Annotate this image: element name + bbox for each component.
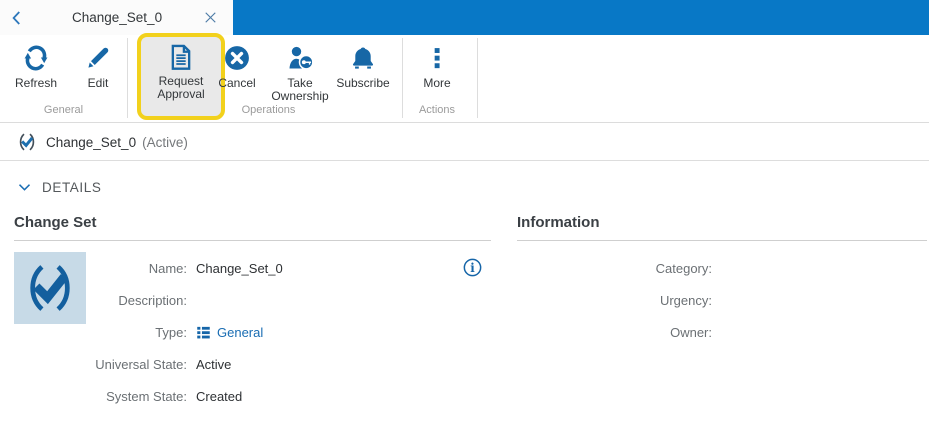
more-icon xyxy=(434,48,440,69)
take-ownership-icon xyxy=(289,46,314,70)
system-state-value: Created xyxy=(196,388,243,404)
change-set-header: Change Set xyxy=(14,214,491,241)
change-set-glyph-icon xyxy=(30,265,70,311)
field-row-type: Type: General xyxy=(86,316,491,348)
status-bar: Change_Set_0 (Active) xyxy=(0,124,929,161)
take-ownership-button[interactable]: Take Ownership xyxy=(269,41,331,103)
top-blue-bar xyxy=(233,0,929,35)
chevron-down-icon xyxy=(18,184,31,191)
name-value: Change_Set_0 xyxy=(196,260,283,276)
status-object-name: Change_Set_0 xyxy=(46,134,137,150)
edit-button[interactable]: Edit xyxy=(68,41,128,90)
more-button[interactable]: More xyxy=(408,41,466,90)
take-ownership-label: Take Ownership xyxy=(271,76,329,103)
change-set-status-icon xyxy=(19,133,35,151)
subscribe-button[interactable]: Subscribe xyxy=(333,41,393,90)
subscribe-label: Subscribe xyxy=(336,76,390,90)
details-section-label: DETAILS xyxy=(42,180,102,195)
field-row-description: Description: xyxy=(86,284,491,316)
refresh-label: Refresh xyxy=(14,76,58,90)
information-panel: Information Category: Urgency: Owner: xyxy=(517,214,927,348)
field-row-category: Category: xyxy=(517,252,927,284)
field-row-urgency: Urgency: xyxy=(517,284,927,316)
details-section-toggle[interactable]: DETAILS xyxy=(17,180,101,195)
field-row-owner: Owner: xyxy=(517,316,927,348)
universal-state-value: Active xyxy=(196,356,232,372)
edit-label: Edit xyxy=(87,76,109,90)
category-label: Category: xyxy=(655,260,712,276)
subscribe-icon xyxy=(352,47,374,69)
universal-state-label: Universal State: xyxy=(95,356,187,372)
group-label-operations: Operations xyxy=(241,104,296,116)
type-list-icon xyxy=(197,326,210,338)
back-chevron-icon[interactable] xyxy=(8,8,26,28)
tab-close-icon[interactable] xyxy=(203,10,218,25)
edit-icon xyxy=(88,47,109,68)
type-value-link[interactable]: General xyxy=(217,325,263,340)
action-toolbar: Refresh Edit Request Approval Cancel Tak… xyxy=(0,33,929,123)
urgency-label: Urgency: xyxy=(659,292,712,308)
toolbar-separator xyxy=(477,38,478,118)
status-state-badge: (Active) xyxy=(142,134,188,150)
request-approval-icon xyxy=(171,44,191,70)
refresh-button[interactable]: Refresh xyxy=(6,41,66,90)
change-set-panel: Change Set Name: Change_Set_0 i Descript… xyxy=(14,214,491,412)
cancel-button[interactable]: Cancel xyxy=(207,41,267,90)
description-label: Description: xyxy=(118,292,187,308)
field-row-universal-state: Universal State: Active xyxy=(86,348,491,380)
info-icon[interactable]: i xyxy=(462,257,483,278)
system-state-label: System State: xyxy=(106,388,187,404)
owner-label: Owner: xyxy=(670,324,712,340)
change-set-info-page: Change_Set_0 Refresh Edit Request Approv… xyxy=(0,0,929,422)
field-row-name: Name: Change_Set_0 i xyxy=(86,252,491,284)
information-header: Information xyxy=(517,214,927,241)
group-label-actions: Actions xyxy=(418,104,456,116)
name-label: Name: xyxy=(148,260,187,276)
tab-bar: Change_Set_0 xyxy=(0,0,929,35)
cancel-label: Cancel xyxy=(218,76,256,90)
type-label: Type: xyxy=(155,324,187,340)
tab-title[interactable]: Change_Set_0 xyxy=(72,0,162,35)
more-label: More xyxy=(423,76,451,90)
group-label-general: General xyxy=(43,104,84,116)
cancel-icon xyxy=(225,46,249,70)
svg-text:i: i xyxy=(470,261,475,275)
field-row-system-state: System State: Created xyxy=(86,380,491,412)
refresh-icon xyxy=(24,45,48,71)
toolbar-separator xyxy=(127,38,128,118)
change-set-thumbnail xyxy=(14,252,86,324)
